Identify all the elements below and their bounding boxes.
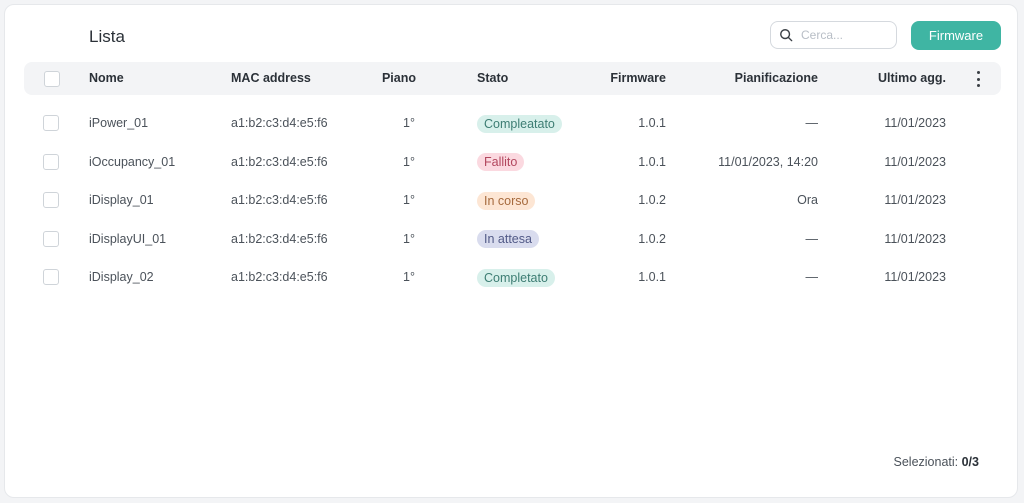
table-row[interactable]: iOccupancy_01 a1:b2:c3:d4:e5:f6 1° Fallito 1… xyxy=(24,143,1001,181)
cell-floor: 1° xyxy=(403,270,415,284)
cell-firmware: 1.0.1 xyxy=(638,270,666,284)
cell-name: iPower_01 xyxy=(89,116,149,130)
row-checkbox[interactable] xyxy=(43,153,59,170)
table-header: Nome MAC address Piano Stato Firmware Pi… xyxy=(24,62,1001,95)
cell-firmware: 1.0.1 xyxy=(638,116,666,130)
page-title: Lista xyxy=(89,27,125,46)
column-header-floor[interactable]: Piano xyxy=(369,62,429,95)
column-header-schedule[interactable]: Pianificazione xyxy=(694,62,818,95)
column-header-firmware[interactable]: Firmware xyxy=(586,62,666,95)
status-badge: In attesa xyxy=(477,230,539,249)
cell-name: iDisplay_01 xyxy=(89,193,154,207)
column-header-last-update[interactable]: Ultimo agg. xyxy=(844,62,946,95)
column-header-mac[interactable]: MAC address xyxy=(231,62,311,95)
table-row[interactable]: iDisplay_02 a1:b2:c3:d4:e5:f6 1° Completato… xyxy=(24,258,1001,296)
selection-summary: Selezionati: 0/3 xyxy=(845,455,980,469)
cell-last-update: 11/01/2023 xyxy=(884,116,946,130)
status-badge: Compleatato xyxy=(477,114,562,133)
column-header-name[interactable]: Nome xyxy=(89,62,124,95)
cell-mac: a1:b2:c3:d4:e5:f6 xyxy=(231,154,328,169)
cell-floor: 1° xyxy=(403,154,415,169)
row-checkbox[interactable] xyxy=(43,269,59,285)
column-header-status[interactable]: Stato xyxy=(477,62,508,95)
status-badge: In corso xyxy=(477,191,536,210)
row-checkbox[interactable] xyxy=(43,192,59,208)
row-checkbox[interactable] xyxy=(43,115,59,131)
cell-name: iDisplayUI_01 xyxy=(89,231,167,246)
search-box[interactable] xyxy=(770,21,897,49)
list-card: Lista Firmware Nome MAC address Piano St… xyxy=(4,4,1018,498)
cell-firmware: 1.0.2 xyxy=(638,231,666,246)
cell-firmware: 1.0.1 xyxy=(638,154,666,169)
row-checkbox[interactable] xyxy=(43,230,59,247)
cell-firmware: 1.0.2 xyxy=(638,193,666,207)
selection-label: Selezionati: xyxy=(893,455,959,469)
cell-schedule: — xyxy=(805,231,819,246)
search-icon xyxy=(780,29,793,42)
table-row[interactable]: iDisplay_01 a1:b2:c3:d4:e5:f6 1° In corso 1.… xyxy=(24,181,1001,219)
status-badge: Fallito xyxy=(477,153,525,172)
cell-last-update: 11/01/2023 xyxy=(884,154,946,169)
firmware-button[interactable]: Firmware xyxy=(911,21,1001,50)
cell-schedule: — xyxy=(805,270,819,284)
cell-last-update: 11/01/2023 xyxy=(884,193,946,207)
cell-mac: a1:b2:c3:d4:e5:f6 xyxy=(231,116,328,130)
cell-name: iOccupancy_01 xyxy=(89,154,176,169)
cell-floor: 1° xyxy=(403,193,415,207)
select-all-checkbox[interactable] xyxy=(44,71,60,87)
cell-mac: a1:b2:c3:d4:e5:f6 xyxy=(231,193,328,207)
cell-schedule: — xyxy=(805,116,819,130)
status-badge: Completato xyxy=(477,268,555,287)
cell-schedule: 11/01/2023, 14:20 xyxy=(718,154,818,169)
selection-count: 0/3 xyxy=(961,455,979,469)
cell-floor: 1° xyxy=(403,231,415,246)
cell-last-update: 11/01/2023 xyxy=(884,270,946,284)
more-options-icon[interactable] xyxy=(975,71,981,87)
cell-schedule: Ora xyxy=(797,193,818,207)
search-input[interactable] xyxy=(799,27,893,43)
cell-mac: a1:b2:c3:d4:e5:f6 xyxy=(231,270,328,284)
cell-floor: 1° xyxy=(403,116,415,130)
cell-last-update: 11/01/2023 xyxy=(884,231,946,246)
cell-name: iDisplay_02 xyxy=(89,270,154,284)
table-row[interactable]: iDisplayUI_01 a1:b2:c3:d4:e5:f6 1° In attes… xyxy=(24,220,1001,258)
cell-mac: a1:b2:c3:d4:e5:f6 xyxy=(231,231,328,246)
table-row[interactable]: iPower_01 a1:b2:c3:d4:e5:f6 1° Compleatato 1… xyxy=(24,104,1001,142)
